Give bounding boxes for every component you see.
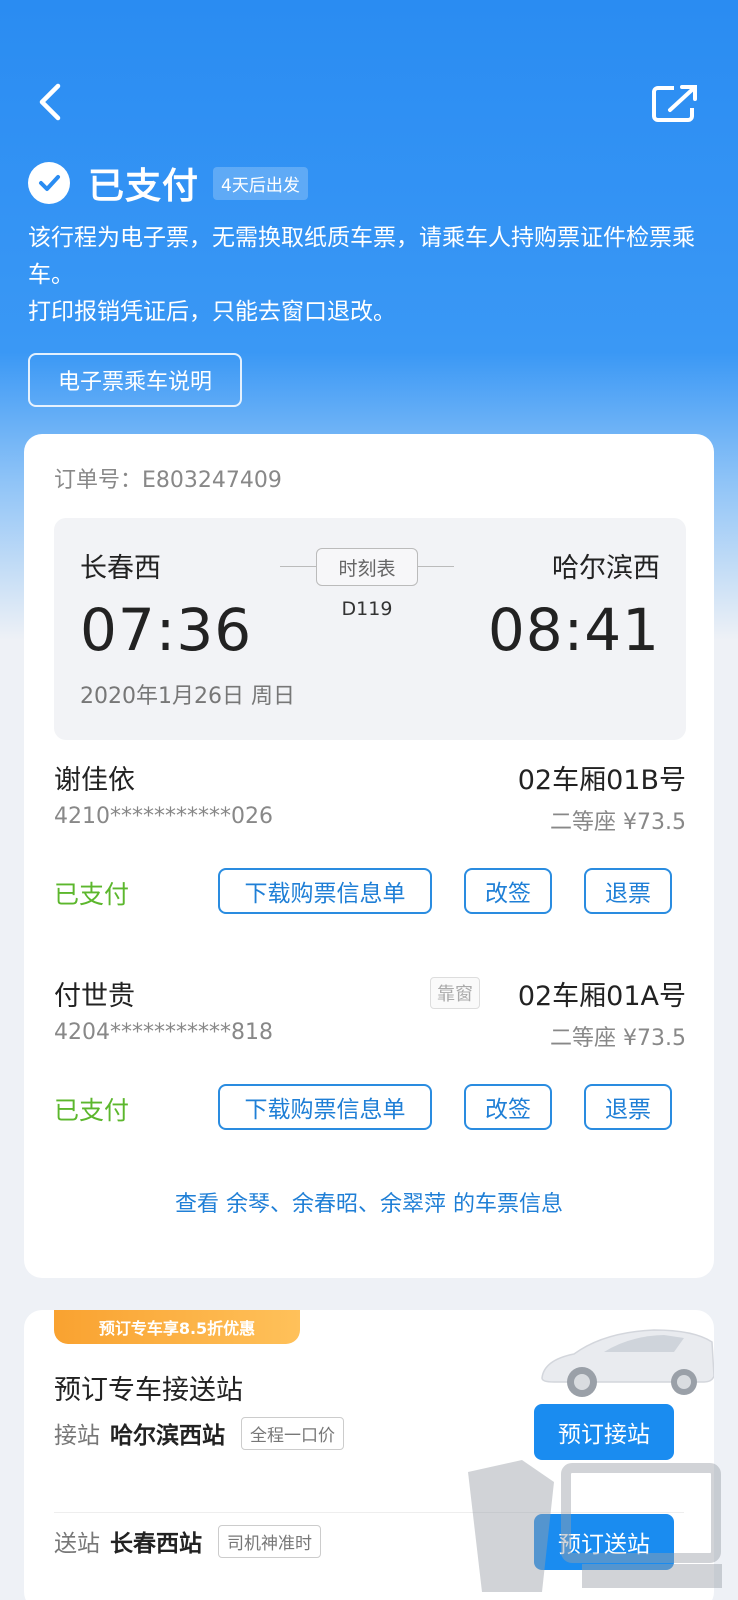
- description-line: 该行程为电子票，无需换取纸质车票，请乘车人持购票证件检票乘车。: [28, 225, 695, 288]
- travel-date: 2020年1月26日 周日: [80, 684, 295, 709]
- pickup-label: 接站: [54, 1423, 100, 1449]
- description-line: 打印报销凭证后，只能去窗口退改。: [28, 299, 396, 325]
- trip-summary: 长春西 07:36 哈尔滨西 08:41 时刻表 D119 2020年1月26日…: [54, 518, 686, 740]
- departure-badge: 4天后出发: [213, 166, 308, 200]
- dropoff-tag: 司机神准时: [218, 1524, 321, 1558]
- seat-price: 二等座 ¥73.5: [550, 810, 686, 835]
- order-card: 订单号：E803247409 长春西 07:36 哈尔滨西 08:41 时刻表 …: [24, 434, 714, 1278]
- refund-button[interactable]: 退票: [584, 1084, 672, 1130]
- timetable-button[interactable]: 时刻表: [316, 548, 418, 586]
- passenger-name: 谢佳依: [54, 765, 135, 796]
- order-number: 订单号：E803247409: [54, 468, 282, 493]
- download-info-button[interactable]: 下载购票信息单: [218, 868, 432, 914]
- divider: [280, 566, 316, 567]
- train-number: D119: [341, 598, 393, 620]
- passenger-id: 4204***********818: [54, 1020, 273, 1045]
- car-service-title: 预订专车接送站: [54, 1375, 243, 1406]
- payment-status: 已支付: [54, 1096, 130, 1125]
- e-ticket-guide-button[interactable]: 电子票乘车说明: [28, 353, 242, 407]
- window-seat-tag: 靠窗: [430, 977, 480, 1009]
- refund-button[interactable]: 退票: [584, 868, 672, 914]
- dropoff-row: 送站 长春西站 司机神准时: [54, 1524, 321, 1558]
- share-icon: [652, 85, 697, 122]
- seat-number: 02车厢01B号: [517, 765, 686, 796]
- arrival-time: 08:41: [487, 596, 660, 664]
- view-other-tickets-link[interactable]: 查看 余琴、余春昭、余翠萍 的车票信息: [24, 1186, 714, 1218]
- departure-station: 长春西: [80, 553, 161, 584]
- status-title: 已支付: [88, 166, 200, 207]
- car-icon: [541, 1329, 714, 1397]
- passenger-name: 付世贵: [54, 981, 135, 1012]
- order-status: 已支付 4天后出发: [28, 160, 308, 207]
- chevron-left-icon: [39, 83, 61, 121]
- change-ticket-button[interactable]: 改签: [464, 1084, 552, 1130]
- seat-number: 02车厢01A号: [517, 981, 686, 1012]
- dropoff-label: 送站: [54, 1531, 100, 1557]
- ticket-description: 该行程为电子票，无需换取纸质车票，请乘车人持购票证件检票乘车。 打印报销凭证后，…: [28, 220, 718, 331]
- payment-status: 已支付: [54, 880, 130, 909]
- pickup-row: 接站 哈尔滨西站 全程一口价: [54, 1416, 344, 1450]
- passenger-id: 4210***********026: [54, 804, 273, 829]
- pickup-station: 哈尔滨西站: [110, 1423, 225, 1449]
- change-ticket-button[interactable]: 改签: [464, 868, 552, 914]
- share-button[interactable]: [650, 82, 702, 126]
- arrival-station: 哈尔滨西: [552, 553, 660, 584]
- promo-banner: 预订专车享8.5折优惠: [54, 1310, 300, 1344]
- dropoff-station: 长春西站: [110, 1531, 202, 1557]
- pickup-tag: 全程一口价: [241, 1416, 344, 1450]
- download-info-button[interactable]: 下载购票信息单: [218, 1084, 432, 1130]
- departure-time: 07:36: [80, 596, 253, 664]
- divider: [418, 566, 454, 567]
- seat-price: 二等座 ¥73.5: [550, 1026, 686, 1051]
- watermark-logo: [468, 1460, 722, 1592]
- back-button[interactable]: [32, 80, 72, 124]
- check-circle-icon: [28, 162, 70, 204]
